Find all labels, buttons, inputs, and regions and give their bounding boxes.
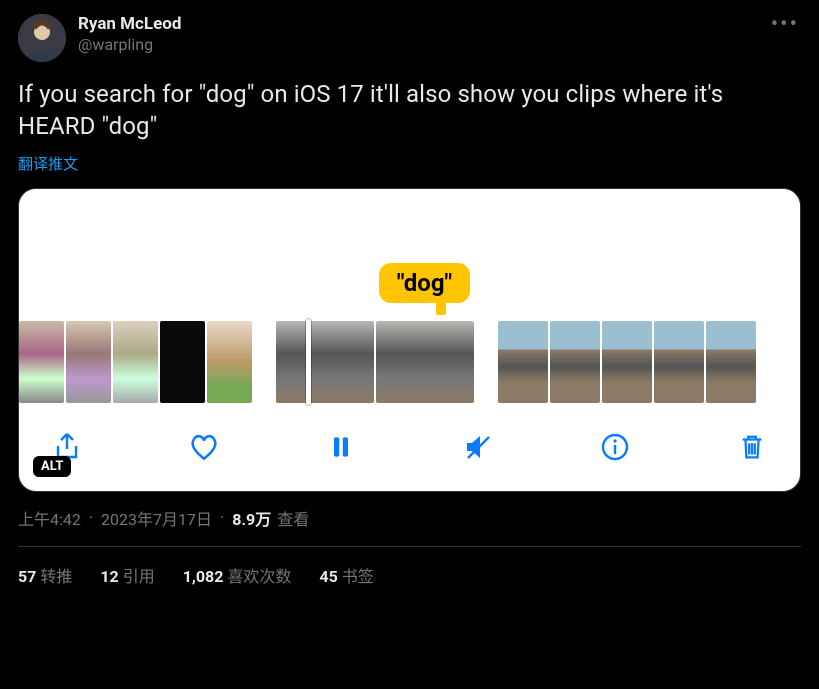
avatar[interactable] — [18, 14, 66, 62]
views-label: 查看 — [277, 506, 309, 530]
media-whitespace — [19, 189, 800, 269]
alt-badge[interactable]: ALT — [33, 456, 71, 477]
media-card[interactable]: "dog" — [18, 188, 801, 492]
timeline-thumbnail — [113, 321, 158, 403]
pause-icon — [327, 433, 355, 461]
timeline-thumbnail — [160, 321, 205, 403]
tweet-date[interactable]: 2023年7月17日 — [101, 506, 212, 530]
clip-group-1[interactable] — [19, 321, 252, 403]
tweet-text: If you search for "dog" on iOS 17 it'll … — [18, 78, 801, 143]
author-name-block: Ryan McLeod @warpling — [78, 14, 181, 55]
pause-button[interactable] — [321, 427, 361, 467]
bookmarks-stat[interactable]: 45书签 — [319, 563, 373, 587]
caption-tooltip: "dog" — [379, 263, 470, 303]
tweet-header: Ryan McLeod @warpling — [18, 14, 801, 62]
meta-separator: · — [218, 508, 226, 527]
meta-separator: · — [87, 508, 95, 527]
views-count[interactable]: 8.9万 — [232, 506, 271, 530]
likes-stat[interactable]: 1,082喜欢次数 — [183, 563, 292, 587]
tweet-meta-row: 上午4:42 · 2023年7月17日 · 8.9万 查看 — [18, 506, 801, 530]
playhead[interactable] — [306, 319, 311, 405]
timeline-thumbnail — [207, 321, 252, 403]
clip-group-2[interactable] — [276, 321, 474, 403]
mute-icon — [462, 431, 494, 463]
timeline-thumbnail — [19, 321, 64, 403]
timeline-thumbnail — [498, 321, 548, 403]
tweet-container: ••• Ryan McLeod @warpling If you search … — [0, 0, 819, 587]
info-icon — [599, 431, 631, 463]
avatar-placeholder-icon — [18, 14, 66, 62]
trash-icon — [737, 432, 767, 462]
info-button[interactable] — [595, 427, 635, 467]
mute-button[interactable] — [458, 427, 498, 467]
timeline-thumbnail — [66, 321, 111, 403]
more-options-button[interactable]: ••• — [771, 14, 799, 36]
heart-icon — [187, 430, 221, 464]
like-button[interactable] — [184, 427, 224, 467]
timeline-thumbnail — [602, 321, 652, 403]
caption-tooltip-row: "dog" — [19, 263, 800, 303]
translate-link[interactable]: 翻译推文 — [18, 153, 78, 174]
timeline-thumbnail — [276, 321, 374, 403]
retweets-stat[interactable]: 57转推 — [18, 563, 72, 587]
clip-group-3[interactable] — [498, 321, 756, 403]
tweet-stats-row: 57转推 12引用 1,082喜欢次数 45书签 — [18, 547, 801, 587]
author-handle[interactable]: @warpling — [78, 35, 181, 55]
timeline-thumbnail — [706, 321, 756, 403]
quotes-stat[interactable]: 12引用 — [100, 563, 154, 587]
timeline-thumbnail — [376, 321, 474, 403]
timeline-thumbnail — [550, 321, 600, 403]
media-toolbar — [19, 409, 800, 491]
tweet-time[interactable]: 上午4:42 — [18, 506, 81, 530]
video-timeline[interactable] — [19, 315, 800, 409]
author-display-name[interactable]: Ryan McLeod — [78, 14, 181, 35]
timeline-thumbnail — [654, 321, 704, 403]
delete-button[interactable] — [732, 427, 772, 467]
